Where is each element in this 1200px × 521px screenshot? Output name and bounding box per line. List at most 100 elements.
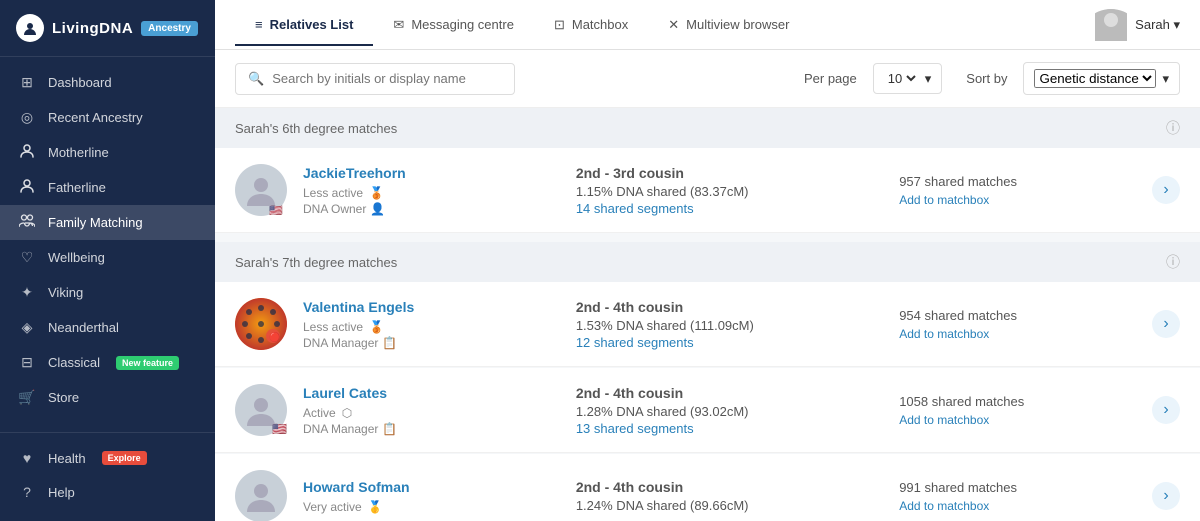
tab-matchbox[interactable]: ⊡ Matchbox	[534, 3, 648, 47]
per-page-dropdown[interactable]: 10 25 50	[884, 70, 919, 87]
flag-badge-jackie: 🇺🇸	[269, 204, 287, 216]
add-matchbox-howard[interactable]: Add to matchbox	[899, 499, 1152, 513]
segments-laurel[interactable]: 13 shared segments	[576, 421, 879, 436]
match-card-valentina[interactable]: 🔴 Valentina Engels Less active 🥉 DNA Man…	[215, 282, 1200, 367]
sort-dropdown[interactable]: Genetic distance Name Shared matches	[1034, 69, 1156, 88]
segments-valentina[interactable]: 12 shared segments	[576, 335, 879, 350]
chevron-right-howard[interactable]: ›	[1152, 482, 1180, 510]
sort-chevron-icon: ▾	[1162, 71, 1169, 87]
sidebar-label-motherline: Motherline	[48, 145, 109, 160]
sidebar-item-fatherline[interactable]: Fatherline	[0, 170, 215, 205]
sidebar-nav: ⊞ Dashboard ◎ Recent Ancestry Motherline…	[0, 57, 215, 432]
match-dna-jackie: 2nd - 3rd cousin 1.15% DNA shared (83.37…	[556, 165, 899, 216]
segments-jackie[interactable]: 14 shared segments	[576, 201, 879, 216]
tab-relatives-list[interactable]: ≡ Relatives List	[235, 3, 373, 46]
activity-icon-valentina: 🥉	[369, 320, 384, 334]
avatar-wrap-jackie: 🇺🇸	[235, 164, 287, 216]
sidebar-item-help[interactable]: ? Help	[0, 475, 215, 509]
section-header-6th: Sarah's 6th degree matches ⓘ	[215, 108, 1200, 148]
matches-content: Sarah's 6th degree matches ⓘ 🇺🇸 JackieTr…	[215, 108, 1200, 521]
role-laurel: DNA Manager	[303, 422, 378, 436]
match-name-laurel[interactable]: Laurel Cates	[303, 385, 387, 401]
recent-ancestry-icon: ◎	[18, 109, 36, 126]
section-title-7th: Sarah's 7th degree matches	[235, 255, 397, 270]
match-name-howard[interactable]: Howard Sofman	[303, 479, 410, 495]
tab-messaging-centre[interactable]: ✉ Messaging centre	[373, 3, 534, 47]
multiview-tab-icon: ✕	[668, 17, 679, 33]
section-gap-1	[215, 234, 1200, 242]
sidebar-item-motherline[interactable]: Motherline	[0, 135, 215, 170]
neanderthal-icon: ◈	[18, 319, 36, 336]
add-matchbox-valentina[interactable]: Add to matchbox	[899, 327, 1152, 341]
sidebar: LivingDNA Ancestry ⊞ Dashboard ◎ Recent …	[0, 0, 215, 521]
per-page-select[interactable]: 10 25 50 ▾	[873, 63, 943, 94]
chevron-right-valentina[interactable]: ›	[1152, 310, 1180, 338]
new-feature-badge: New feature	[116, 356, 179, 370]
search-input[interactable]	[272, 71, 502, 86]
role-valentina: DNA Manager	[303, 336, 378, 350]
role-jackie: DNA Owner	[303, 202, 366, 216]
help-icon: ?	[18, 484, 36, 500]
tab-label-matchbox: Matchbox	[572, 17, 628, 32]
sidebar-label-dashboard: Dashboard	[48, 75, 112, 90]
user-name[interactable]: Sarah ▾	[1135, 17, 1180, 33]
store-icon: 🛒	[18, 389, 36, 406]
avatar-wrap-laurel: 🇺🇸	[235, 384, 287, 436]
sidebar-label-store: Store	[48, 390, 79, 405]
section-info-icon-7th[interactable]: ⓘ	[1166, 252, 1180, 272]
sidebar-item-wellbeing[interactable]: ♡ Wellbeing	[0, 240, 215, 275]
sort-select[interactable]: Genetic distance Name Shared matches ▾	[1023, 62, 1180, 95]
match-card-laurel[interactable]: 🇺🇸 Laurel Cates Active ⬡ DNA Manager 📋 2…	[215, 368, 1200, 453]
sidebar-label-health: Health	[48, 451, 86, 466]
sidebar-item-family-matching[interactable]: Family Matching	[0, 205, 215, 240]
match-name-jackie[interactable]: JackieTreehorn	[303, 165, 406, 181]
activity-valentina: Less active	[303, 320, 363, 334]
activity-icon-laurel: ⬡	[342, 406, 352, 420]
match-card-howard[interactable]: Howard Sofman Very active 🥇 2nd - 4th co…	[215, 454, 1200, 521]
top-tabs: ≡ Relatives List ✉ Messaging centre ⊡ Ma…	[215, 0, 1200, 50]
tab-label-relatives-list: Relatives List	[270, 17, 354, 32]
add-matchbox-laurel[interactable]: Add to matchbox	[899, 413, 1152, 427]
activity-icon-howard: 🥇	[368, 500, 383, 514]
match-info-valentina: Valentina Engels Less active 🥉 DNA Manag…	[303, 299, 556, 350]
sidebar-item-health[interactable]: ♥ Health Explore	[0, 441, 215, 475]
sidebar-item-store[interactable]: 🛒 Store	[0, 380, 215, 415]
tab-multiview-browser[interactable]: ✕ Multiview browser	[648, 3, 809, 47]
sidebar-bottom: ♥ Health Explore ? Help	[0, 432, 215, 521]
section-header-7th: Sarah's 7th degree matches ⓘ	[215, 242, 1200, 282]
chevron-right-laurel[interactable]: ›	[1152, 396, 1180, 424]
sidebar-item-dashboard[interactable]: ⊞ Dashboard	[0, 65, 215, 100]
match-shared-jackie: 957 shared matches Add to matchbox	[899, 174, 1152, 207]
match-info-howard: Howard Sofman Very active 🥇	[303, 479, 556, 514]
search-box[interactable]: 🔍	[235, 63, 515, 95]
dna-percent-jackie: 1.15% DNA shared (83.37cM)	[576, 184, 879, 199]
chevron-right-jackie[interactable]: ›	[1152, 176, 1180, 204]
section-info-icon-6th[interactable]: ⓘ	[1166, 118, 1180, 138]
messaging-centre-tab-icon: ✉	[393, 17, 404, 33]
sidebar-label-viking: Viking	[48, 285, 83, 300]
relation-valentina: 2nd - 4th cousin	[576, 299, 879, 315]
sidebar-item-viking[interactable]: ✦ Viking	[0, 275, 215, 310]
activity-laurel: Active	[303, 406, 336, 420]
match-meta-valentina: Less active 🥉	[303, 320, 556, 334]
match-shared-valentina: 954 shared matches Add to matchbox	[899, 308, 1152, 341]
sidebar-label-help: Help	[48, 485, 75, 500]
role-icon-jackie: 👤	[370, 202, 385, 216]
sidebar-item-recent-ancestry[interactable]: ◎ Recent Ancestry	[0, 100, 215, 135]
wellbeing-icon: ♡	[18, 249, 36, 266]
match-meta-jackie: Less active 🥉	[303, 186, 556, 200]
shared-count-valentina: 954 shared matches	[899, 308, 1152, 323]
match-card-jackie[interactable]: 🇺🇸 JackieTreehorn Less active 🥉 DNA Owne…	[215, 148, 1200, 233]
avatar	[1095, 9, 1127, 41]
sort-by-label: Sort by	[966, 71, 1007, 86]
shared-count-jackie: 957 shared matches	[899, 174, 1152, 189]
dna-percent-howard: 1.24% DNA shared (89.66cM)	[576, 498, 879, 513]
add-matchbox-jackie[interactable]: Add to matchbox	[899, 193, 1152, 207]
sidebar-item-neanderthal[interactable]: ◈ Neanderthal	[0, 310, 215, 345]
avatar-howard	[235, 470, 287, 521]
sidebar-label-family-matching: Family Matching	[48, 215, 143, 230]
match-name-valentina[interactable]: Valentina Engels	[303, 299, 414, 315]
sidebar-item-classical[interactable]: ⊟ Classical New feature	[0, 345, 215, 380]
match-role-jackie: DNA Owner 👤	[303, 202, 556, 216]
health-icon: ♥	[18, 450, 36, 466]
